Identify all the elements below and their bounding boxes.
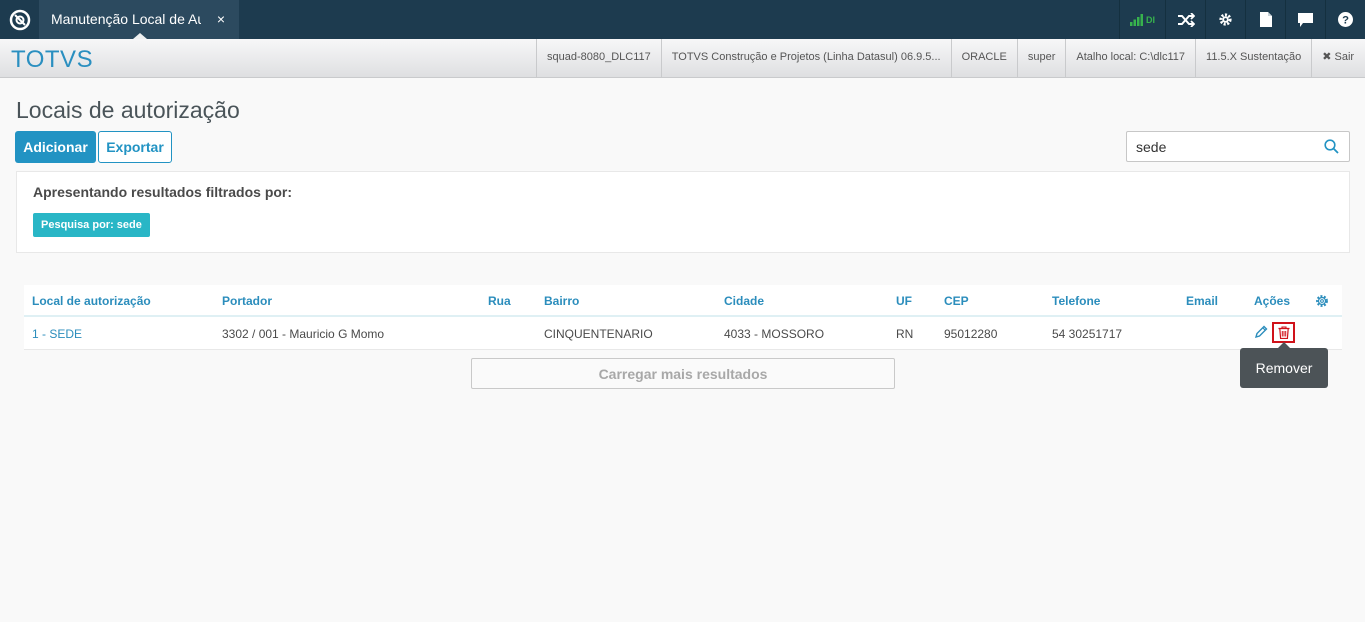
top-toolbar: DI ?	[1119, 0, 1365, 39]
table-row: 1 - SEDE 3302 / 001 - Mauricio G Momo CI…	[24, 317, 1342, 350]
remove-tooltip: Remover	[1240, 348, 1328, 388]
header-bar: TOTVS squad-8080_DLC117 TOTVS Construção…	[0, 39, 1365, 78]
search-icon[interactable]	[1324, 139, 1339, 154]
load-more-button[interactable]: Carregar mais resultados	[471, 358, 895, 389]
info-local-shortcut: Atalho local: C:\dlc117	[1065, 39, 1195, 77]
cell-local[interactable]: 1 - SEDE	[32, 327, 82, 341]
chat-icon	[1298, 12, 1313, 27]
cell-cep: 95012280	[944, 327, 998, 341]
col-cidade[interactable]: Cidade	[724, 294, 764, 308]
signal-label: DI	[1146, 14, 1155, 25]
add-button[interactable]: Adicionar	[15, 131, 96, 163]
gear-icon	[1219, 13, 1232, 26]
svg-text:?: ?	[1342, 15, 1349, 27]
col-cep[interactable]: CEP	[944, 294, 969, 308]
cell-portador: 3302 / 001 - Mauricio G Momo	[222, 327, 385, 341]
filter-panel: Apresentando resultados filtrados por: P…	[16, 171, 1350, 253]
shuffle-icon	[1177, 12, 1195, 27]
col-uf[interactable]: UF	[896, 294, 912, 308]
page-title: Locais de autorização	[16, 97, 240, 123]
help-button[interactable]: ?	[1325, 0, 1365, 39]
info-version: 11.5.X Sustentação	[1195, 39, 1311, 77]
trash-icon	[1278, 326, 1289, 339]
search-box	[1126, 131, 1350, 162]
table-header: Local de autorização Portador Rua Bairro…	[24, 285, 1342, 317]
file-icon	[1259, 12, 1272, 27]
tab-manutencao-local[interactable]: Manutenção Local de Autorização ×	[39, 0, 239, 39]
signal-status-button[interactable]: DI	[1119, 0, 1165, 39]
col-telefone[interactable]: Telefone	[1052, 294, 1100, 308]
shuffle-button[interactable]	[1165, 0, 1205, 39]
cell-cidade: 4033 - MOSSORO	[724, 327, 825, 341]
exit-button[interactable]: ✖ Sair	[1311, 39, 1364, 77]
column-settings-icon[interactable]	[1315, 294, 1329, 308]
results-table: Local de autorização Portador Rua Bairro…	[24, 285, 1342, 350]
col-acoes: Ações	[1254, 294, 1291, 308]
signal-icon	[1130, 13, 1143, 26]
info-user: super	[1016, 39, 1066, 77]
col-bairro[interactable]: Bairro	[544, 294, 579, 308]
edit-icon[interactable]	[1255, 325, 1268, 338]
cell-telefone: 54 30251717	[1052, 327, 1123, 341]
document-button[interactable]	[1245, 0, 1285, 39]
chat-button[interactable]	[1285, 0, 1325, 39]
search-input[interactable]	[1127, 132, 1317, 161]
tab-label: Manutenção Local de Autorização	[51, 11, 201, 27]
totvs-logo-icon	[9, 9, 30, 30]
session-info: squad-8080_DLC117 TOTVS Construção e Pro…	[536, 39, 1364, 77]
info-server: squad-8080_DLC117	[536, 39, 661, 77]
info-product: TOTVS Construção e Projetos (Linha Datas…	[660, 39, 951, 77]
col-portador[interactable]: Portador	[222, 294, 272, 308]
cell-uf: RN	[896, 327, 914, 341]
info-database: ORACLE	[950, 39, 1017, 77]
brand-logo: TOTVS	[11, 46, 94, 73]
tab-close-button[interactable]: ×	[217, 11, 225, 27]
top-navigation-bar: Manutenção Local de Autorização × DI	[0, 0, 1365, 39]
settings-button[interactable]	[1205, 0, 1245, 39]
totvs-logo-button[interactable]	[0, 0, 39, 39]
col-email[interactable]: Email	[1186, 294, 1218, 308]
export-button[interactable]: Exportar	[98, 131, 172, 163]
col-local[interactable]: Local de autorização	[32, 294, 151, 308]
filter-chip[interactable]: Pesquisa por: sede	[33, 213, 150, 237]
filter-title: Apresentando resultados filtrados por:	[33, 184, 293, 200]
cell-bairro: CINQUENTENARIO	[544, 327, 653, 341]
delete-button[interactable]	[1272, 322, 1295, 343]
col-rua[interactable]: Rua	[488, 294, 511, 308]
help-icon: ?	[1338, 12, 1353, 27]
